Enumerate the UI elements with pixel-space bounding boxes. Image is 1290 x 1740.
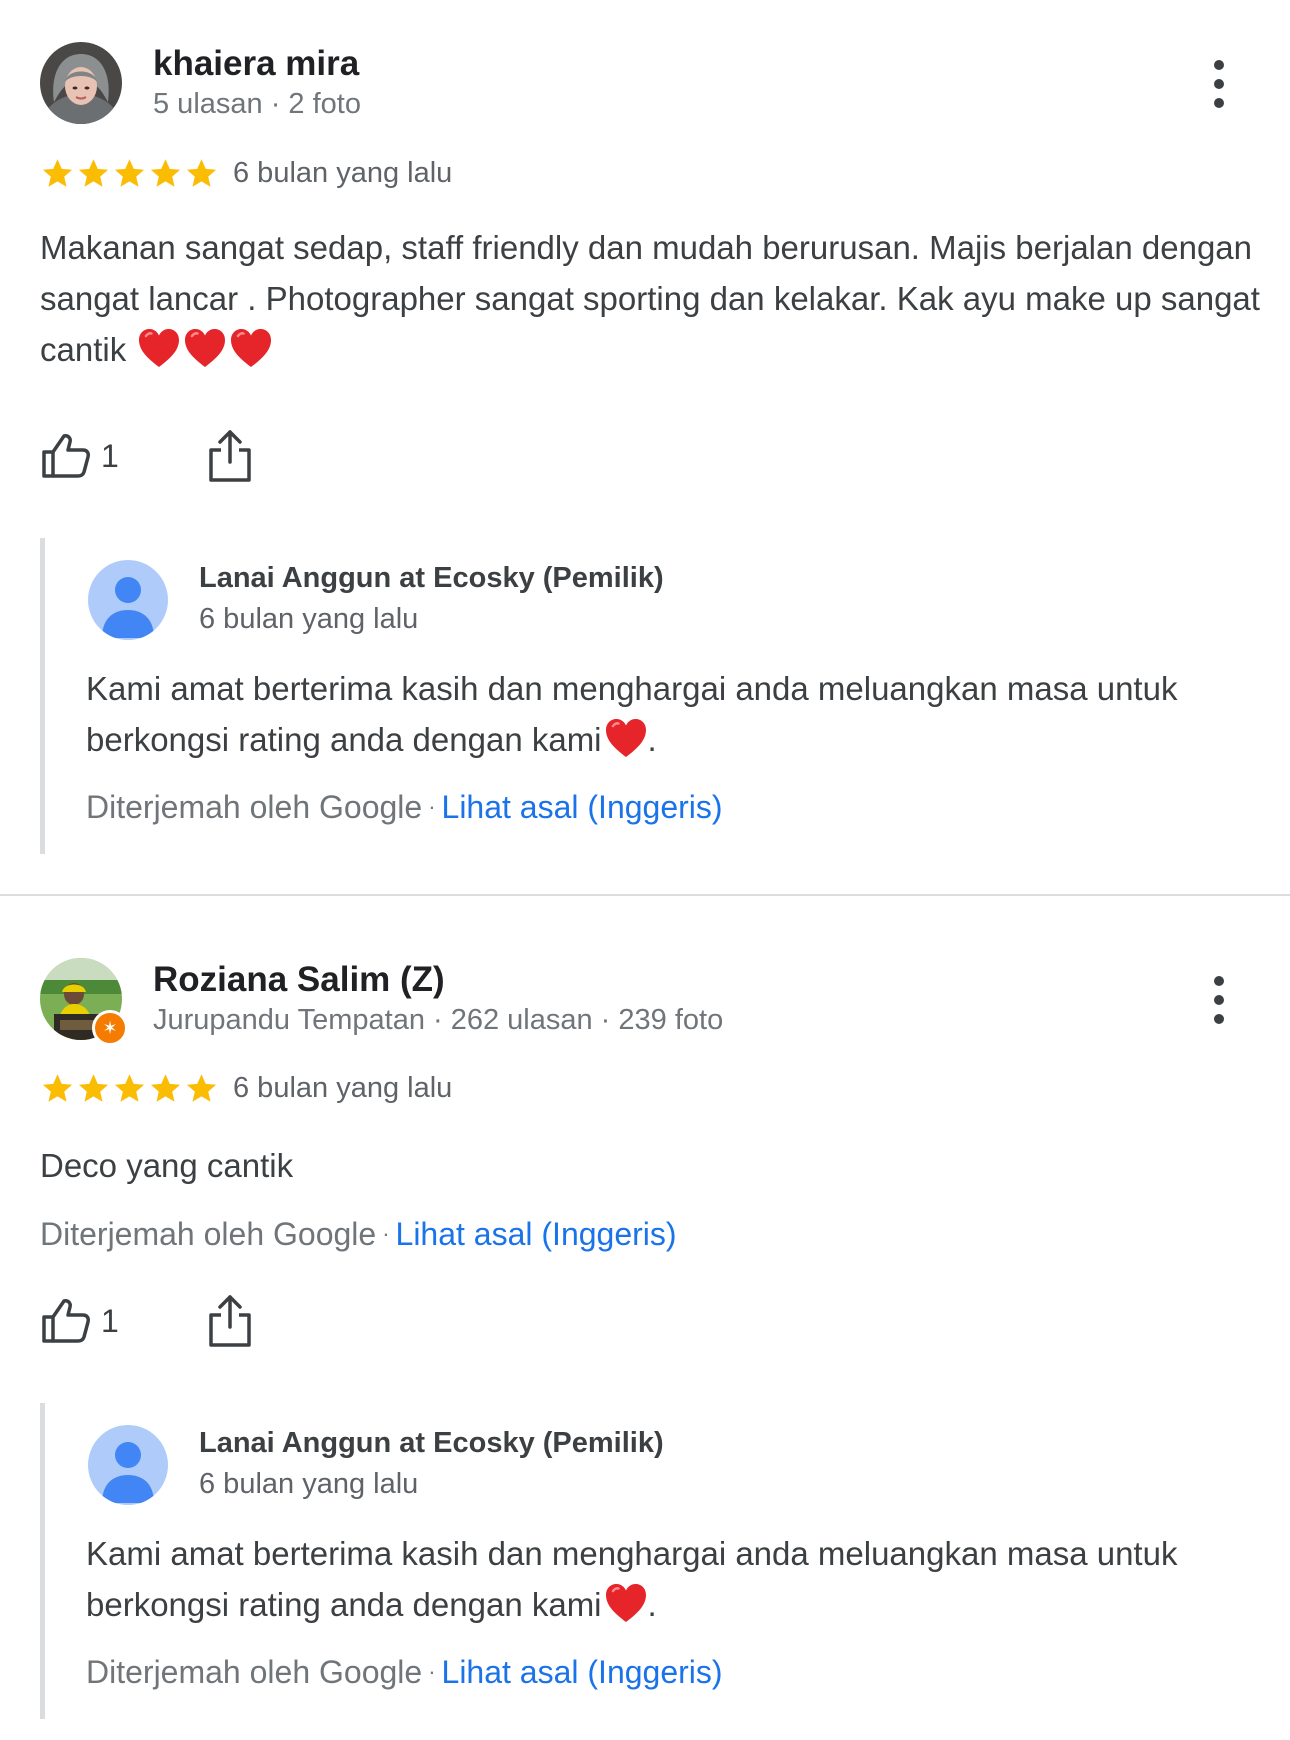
star-icon [148,156,183,191]
like-count: 1 [101,1303,119,1339]
owner-reply-text: Kami amat berterima kasih dan menghargai… [86,1535,1178,1624]
owner-avatar [88,1425,168,1505]
owner-name: Lanai Anggun at Ecosky (Pemilik) [199,1427,664,1459]
owner-reply-date: 6 bulan yang lalu [199,1468,419,1500]
star-icon [184,156,219,191]
more-options-button[interactable] [1195,968,1243,1032]
translation-note: Diterjemah oleh Google · Lihat asal (Ingge… [86,1654,723,1690]
see-original-link[interactable]: Lihat asal (Inggeris) [442,789,723,825]
star-icon [112,156,147,191]
owner-avatar [88,560,168,640]
thumb-up-icon[interactable] [40,1295,92,1347]
star-icon [40,156,75,191]
owner-name: Lanai Anggun at Ecosky (Pemilik) [199,562,664,594]
review-date: 6 bulan yang lalu [233,1072,453,1104]
star-rating [40,156,219,192]
translated-by-label: Diterjemah oleh Google [40,1216,377,1252]
star-icon [112,1071,147,1106]
review-text: Deco yang cantik [40,1140,1260,1191]
person-icon [88,560,168,640]
translation-note: Diterjemah oleh Google · Lihat asal (Ingge… [40,1216,677,1252]
avatar[interactable] [40,42,122,124]
star-icon [76,1071,111,1106]
share-icon[interactable] [205,428,255,484]
review-text: Makanan sangat sedap, staff friendly dan… [40,222,1260,375]
see-original-link[interactable]: Lihat asal (Inggeris) [396,1216,677,1252]
review-text-body: Deco yang cantik [40,1147,294,1184]
review-author-meta: Jurupandu Tempatan · 262 ulasan · 239 fo… [153,1004,724,1036]
star-icon [148,1071,183,1106]
share-icon[interactable] [205,1293,255,1349]
translated-by-label: Diterjemah oleh Google [86,1654,423,1690]
star-rating [40,1071,219,1107]
review-date: 6 bulan yang lalu [233,157,453,189]
thumb-up-icon[interactable] [40,430,92,482]
translated-by-label: Diterjemah oleh Google [86,789,423,825]
heart-emoji [137,327,181,369]
star-icon [40,1071,75,1106]
heart-emoji [229,327,273,369]
more-options-button[interactable] [1195,52,1243,116]
person-icon [88,1425,168,1505]
heart-emoji [604,717,648,759]
owner-reply-date: 6 bulan yang lalu [199,603,419,635]
more-vert-icon [1214,976,1224,986]
heart-emoji [183,327,227,369]
more-vert-icon [1214,60,1224,70]
like-count: 1 [101,438,119,474]
owner-reply-bar [40,538,45,854]
local-guide-badge-icon: ✶ [92,1010,128,1046]
review-divider [0,894,1290,896]
see-original-link[interactable]: Lihat asal (Inggeris) [442,1654,723,1690]
review-author-name[interactable]: khaiera mira [153,44,359,84]
owner-reply-text: Kami amat berterima kasih dan menghargai… [86,670,1178,759]
review-author-meta: 5 ulasan · 2 foto [153,88,361,120]
owner-reply-bar [40,1403,45,1719]
review-author-name[interactable]: Roziana Salim (Z) [153,960,445,1000]
translation-note: Diterjemah oleh Google · Lihat asal (Ingge… [86,789,723,825]
heart-emoji [604,1582,648,1624]
star-icon [76,156,111,191]
star-icon [184,1071,219,1106]
user-photo-icon [40,42,122,124]
